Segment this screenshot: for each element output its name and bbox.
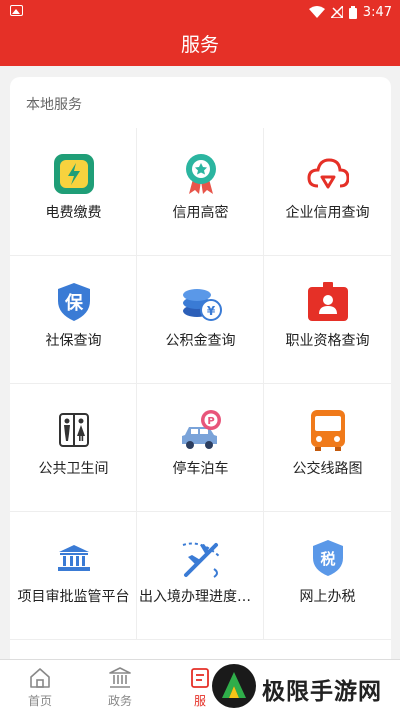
service-label: 信用高密	[172, 205, 229, 221]
watermark: 极限手游网	[212, 664, 400, 708]
tab-label: 政务	[107, 694, 132, 708]
wifi-icon	[308, 6, 325, 18]
service-bus-routes[interactable]: 公交线路图	[264, 384, 391, 512]
bus-icon	[311, 410, 345, 451]
shield-bao-icon: 保	[58, 283, 90, 321]
signal-off-icon	[330, 6, 343, 18]
service-label: 职业资格查询	[285, 333, 370, 349]
service-professional-qualification[interactable]: 职业资格查询	[264, 256, 391, 384]
svg-text:¥: ¥	[207, 304, 216, 318]
service-label: 公共卫生间	[38, 461, 109, 477]
battery-icon	[348, 5, 357, 19]
service-credit-gaomi[interactable]: 信用高密	[137, 128, 264, 256]
credit-badge-icon	[186, 154, 216, 194]
service-social-security[interactable]: 保 社保查询	[10, 256, 137, 384]
electricity-bill-icon	[54, 154, 94, 194]
service-exit-entry-progress[interactable]: 出入境办理进度查...	[137, 512, 264, 640]
status-bar: 3:47	[0, 0, 400, 24]
page-title: 服务	[0, 24, 400, 66]
local-services-card: 本地服务 电费缴费 信用高密 企业信用查询 保 社保查询 ¥ 公积金查询 职业资…	[10, 77, 391, 677]
svg-text:P: P	[207, 416, 214, 427]
section-title: 本地服务	[26, 97, 82, 113]
service-icon	[191, 668, 209, 688]
service-label: 网上办税	[299, 589, 356, 605]
service-label: 社保查询	[45, 333, 102, 349]
service-label: 项目审批监管平台	[17, 589, 130, 605]
service-label: 公交线路图	[292, 461, 363, 477]
service-public-restroom[interactable]: 公共卫生间	[10, 384, 137, 512]
government-icon	[109, 667, 131, 688]
svg-text:税: 税	[320, 550, 335, 568]
service-label: 企业信用查询	[285, 205, 370, 221]
tab-label: 首页	[27, 694, 52, 708]
service-label: 电费缴费	[45, 205, 102, 221]
service-label: 出入境办理进度查...	[139, 589, 264, 605]
cloud-check-icon	[307, 158, 349, 189]
restroom-icon	[59, 413, 89, 447]
service-enterprise-credit[interactable]: 企业信用查询	[264, 128, 391, 256]
tab-government[interactable]: 政务	[80, 660, 160, 711]
id-badge-icon	[308, 282, 348, 321]
svg-text:保: 保	[64, 292, 84, 314]
service-online-tax[interactable]: 税 网上办税	[264, 512, 391, 640]
tab-home[interactable]: 首页	[0, 660, 80, 711]
airplane-icon	[182, 542, 221, 578]
service-electricity-bill[interactable]: 电费缴费	[10, 128, 137, 256]
watermark-logo-icon	[212, 664, 256, 708]
home-icon	[30, 668, 50, 688]
image-notification-icon	[10, 5, 23, 16]
service-project-approval[interactable]: 项目审批监管平台	[10, 512, 137, 640]
government-building-icon	[58, 545, 90, 571]
clock: 3:47	[362, 4, 392, 20]
service-housing-fund[interactable]: ¥ 公积金查询	[137, 256, 264, 384]
parking-car-icon: P	[182, 410, 221, 449]
watermark-text: 极限手游网	[262, 679, 382, 705]
service-parking[interactable]: P 停车泊车	[137, 384, 264, 512]
service-label: 公积金查询	[165, 333, 236, 349]
service-label: 停车泊车	[172, 461, 229, 477]
tax-shield-icon: 税	[313, 540, 343, 576]
coins-yen-icon: ¥	[183, 289, 222, 321]
